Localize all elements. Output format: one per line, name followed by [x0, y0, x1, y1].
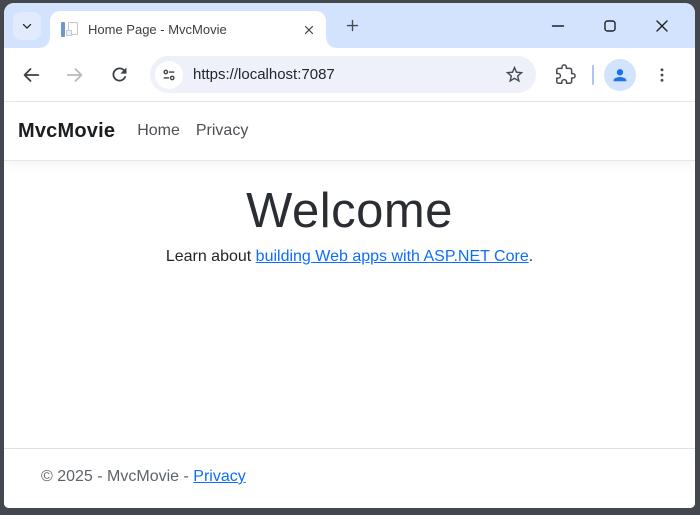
browser-menu-button[interactable]	[645, 58, 679, 92]
arrow-right-icon	[64, 64, 86, 86]
profile-button[interactable]	[604, 58, 636, 91]
minimize-button[interactable]	[532, 9, 584, 43]
tune-icon	[161, 67, 177, 83]
main-content: Welcome Learn about building Web apps wi…	[4, 161, 695, 448]
extensions-button[interactable]	[548, 58, 582, 92]
tab-strip: Home Page - MvcMovie	[4, 3, 695, 48]
reload-button[interactable]	[102, 58, 136, 92]
learn-suffix-text: .	[528, 247, 534, 265]
learn-prefix-text: Learn about	[165, 247, 256, 265]
close-icon	[655, 19, 669, 33]
window-controls	[532, 9, 688, 43]
learn-about-line: Learn about building Web apps with ASP.N…	[4, 248, 695, 266]
kebab-menu-icon	[653, 66, 671, 84]
nav-link-home[interactable]: Home	[129, 114, 188, 148]
nav-link-privacy[interactable]: Privacy	[188, 114, 256, 148]
new-tab-button[interactable]	[337, 11, 367, 41]
puzzle-icon	[555, 64, 576, 85]
site-navbar: MvcMovie Home Privacy	[4, 102, 695, 161]
copyright-text: © 2025 - MvcMovie -	[41, 468, 194, 485]
maximize-button[interactable]	[584, 9, 636, 43]
browser-tab-home-page[interactable]: Home Page - MvcMovie	[40, 11, 336, 48]
aspnet-core-link[interactable]: building Web apps with ASP.NET Core	[256, 248, 529, 265]
tab-title: Home Page - MvcMovie	[88, 22, 227, 37]
browser-toolbar	[4, 48, 695, 102]
site-footer: © 2025 - MvcMovie - Privacy	[4, 448, 695, 508]
plus-icon	[345, 18, 360, 33]
nav-links: Home Privacy	[129, 114, 256, 148]
tab-search-button[interactable]	[13, 11, 41, 40]
brand-link[interactable]: MvcMovie	[18, 120, 115, 143]
bookmark-star-icon[interactable]	[501, 62, 527, 88]
url-input[interactable]	[193, 66, 501, 83]
page-favicon-icon	[61, 21, 79, 39]
maximize-icon	[603, 19, 617, 33]
browser-window: Home Page - MvcMovie https://localhost:7…	[4, 3, 695, 508]
toolbar-separator	[592, 64, 594, 85]
page-title: Welcome	[246, 184, 453, 238]
tab-close-icon[interactable]	[299, 20, 319, 40]
minimize-icon	[551, 19, 565, 33]
close-window-button[interactable]	[636, 9, 688, 43]
footer-privacy-link[interactable]: Privacy	[193, 468, 245, 485]
chevron-down-icon	[20, 19, 34, 33]
web-page: MvcMovie Home Privacy Welcome Learn abou…	[4, 102, 695, 508]
back-button[interactable]	[14, 58, 48, 92]
person-icon	[610, 65, 630, 85]
site-info-button[interactable]	[155, 60, 183, 89]
forward-button[interactable]	[58, 58, 92, 92]
address-bar[interactable]	[150, 56, 536, 93]
reload-icon	[109, 64, 130, 85]
arrow-left-icon	[20, 64, 42, 86]
